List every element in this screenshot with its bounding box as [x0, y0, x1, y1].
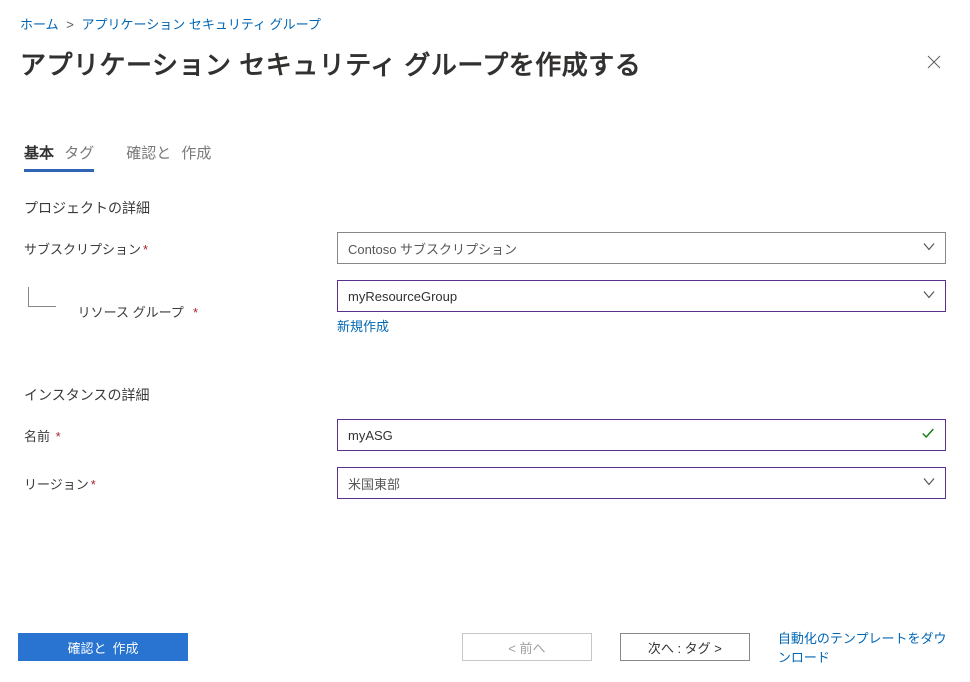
footer: 確認と作成 < 前へ 次へ : タグ > 自動化のテンプレートをダウンロード	[0, 628, 970, 666]
review-create-button[interactable]: 確認と作成	[18, 633, 188, 661]
label-name: 名前 *	[24, 426, 337, 445]
label-region: リージョン*	[24, 474, 337, 493]
breadcrumb-current[interactable]: アプリケーション セキュリティ グループ	[81, 17, 320, 32]
breadcrumb: ホーム > アプリケーション セキュリティ グループ	[0, 0, 970, 33]
chevron-down-icon	[923, 476, 935, 491]
label-subscription: サブスクリプション*	[24, 239, 337, 258]
tabs: 基本 タグ 確認と 作成	[0, 82, 970, 172]
breadcrumb-sep: >	[66, 17, 74, 32]
section-project-details: プロジェクトの詳細	[24, 198, 946, 218]
subscription-select[interactable]: Contoso サブスクリプション	[337, 232, 946, 264]
name-input[interactable]: myASG	[337, 419, 946, 451]
tree-connector-icon	[28, 287, 56, 307]
create-new-link[interactable]: 新規作成	[337, 316, 389, 335]
chevron-down-icon	[923, 241, 935, 256]
region-select[interactable]: 米国東部	[337, 467, 946, 499]
check-icon	[921, 427, 935, 444]
tab-basic[interactable]: 基本 タグ	[24, 142, 94, 172]
label-resource-group: リソース グループ *	[24, 295, 337, 321]
previous-button: < 前へ	[462, 633, 592, 661]
close-icon[interactable]	[918, 50, 950, 78]
tab-review-create[interactable]: 確認と 作成	[126, 142, 211, 172]
page-title: アプリケーション セキュリティ グループを作成する	[20, 45, 641, 82]
next-button[interactable]: 次へ : タグ >	[620, 633, 750, 661]
breadcrumb-home[interactable]: ホーム	[20, 17, 59, 32]
tab-tags-label: タグ	[64, 145, 94, 162]
resource-group-select[interactable]: myResourceGroup	[337, 280, 946, 312]
section-instance-details: インスタンスの詳細	[24, 385, 946, 405]
chevron-down-icon	[923, 289, 935, 304]
download-template-link[interactable]: 自動化のテンプレートをダウンロード	[778, 628, 952, 666]
